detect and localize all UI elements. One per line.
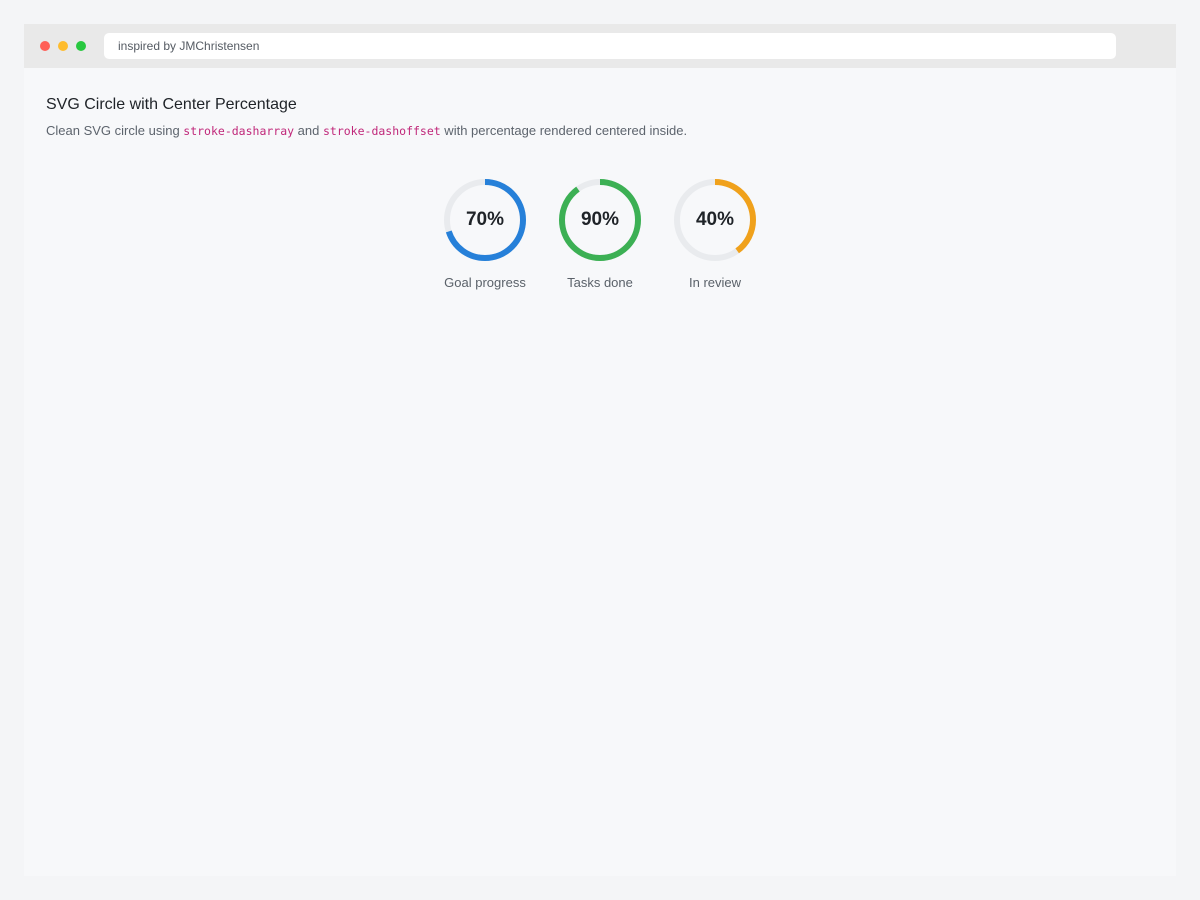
address-bar[interactable]: inspired by JMChristensen [104,33,1116,59]
page-title: SVG Circle with Center Percentage [46,96,297,113]
gauge-label: In review [688,275,742,290]
gauge-tasks-done: 90% Tasks done [558,178,642,292]
maximize-dot[interactable] [76,41,86,51]
code-stroke-dashoffset: stroke-dashoffset [322,124,441,138]
subtitle-prefix: Clean SVG circle using [46,123,184,138]
page-content: SVG Circle with Center Percentage Clean … [24,68,1176,140]
progress-ring: 90% [558,178,642,262]
gauge-goal-progress: 70% Goal progress [443,178,527,292]
close-dot[interactable] [40,41,50,51]
minimize-dot[interactable] [58,41,68,51]
gauge-row: 70% Goal progress 90% Tasks done 40% In … [24,178,1176,292]
subtitle-middle: and [294,123,323,138]
traffic-lights [40,41,86,51]
subtitle-suffix: with percentage rendered centered inside… [440,123,688,138]
code-stroke-dasharray: stroke-dasharray [183,124,295,138]
gauge-label: Tasks done [567,275,633,290]
gauge-label: Goal progress [444,275,526,290]
percentage-text: 40% [695,209,735,230]
progress-ring: 40% [673,178,757,262]
browser-window: inspired by JMChristensen SVG Circle wit… [24,24,1176,876]
percentage-text: 90% [580,209,620,230]
gauge-in-review: 40% In review [673,178,757,292]
progress-ring: 70% [443,178,527,262]
page-subtitle: Clean SVG circle using stroke-dasharray … [46,122,1154,140]
address-text: inspired by JMChristensen [118,39,260,53]
title-bar: inspired by JMChristensen [24,24,1176,68]
percentage-text: 70% [465,209,505,230]
